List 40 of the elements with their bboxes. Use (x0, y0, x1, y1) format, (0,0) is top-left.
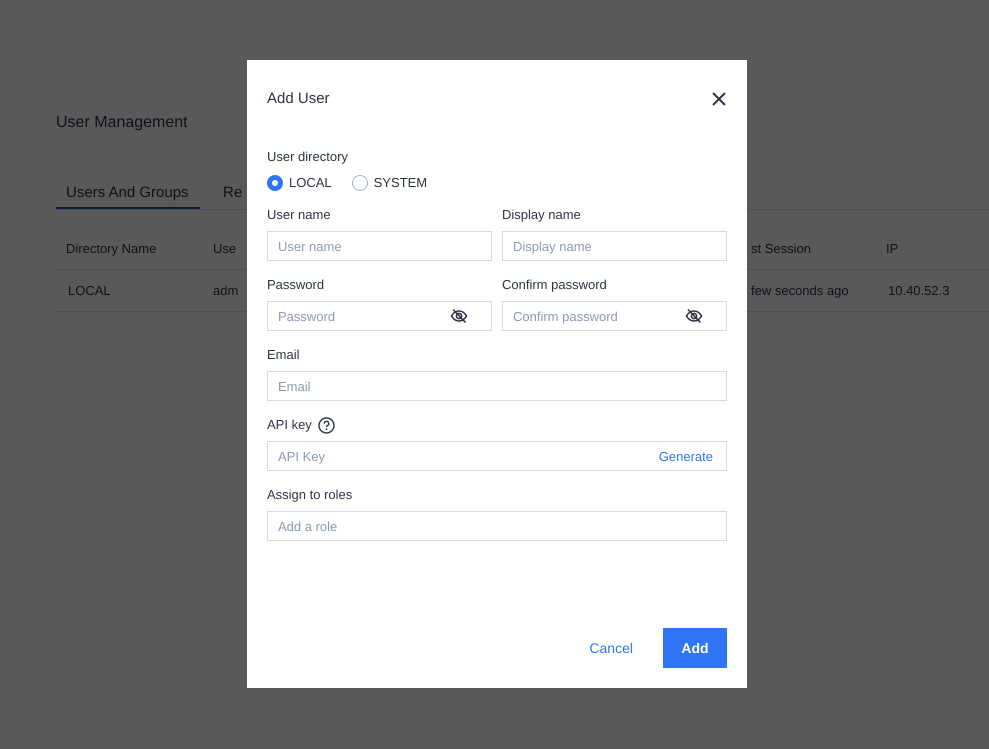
radio-label: LOCAL (289, 174, 332, 192)
table-cell: LOCAL (68, 282, 111, 298)
field-label: Email (267, 346, 300, 364)
column-header: IP (886, 240, 898, 256)
radio-label: SYSTEM (374, 174, 428, 192)
field-label: API key (267, 416, 312, 434)
tab[interactable]: Re (213, 179, 242, 209)
input-field[interactable]: Password (267, 301, 492, 331)
cancel-button[interactable]: Cancel (589, 628, 633, 668)
help-icon[interactable] (318, 416, 335, 434)
tab[interactable]: Users And Groups (56, 179, 200, 209)
generate-link[interactable]: Generate (658, 447, 713, 466)
input-field[interactable]: Email (267, 371, 727, 401)
close-icon (712, 92, 726, 106)
radio-button[interactable] (267, 175, 283, 191)
table-cell: 10.40.52.3 (888, 282, 950, 298)
field-label: User name (267, 206, 331, 224)
table-cell: adm (213, 282, 238, 298)
field-label: Confirm password (502, 276, 607, 294)
eye-slash-icon[interactable] (450, 307, 468, 325)
column-header: Directory Name (66, 240, 156, 256)
input-field[interactable]: Display name (502, 231, 727, 261)
field-label: User directory (267, 148, 349, 166)
input-field[interactable]: Confirm password (502, 301, 727, 331)
dialog-title: Add User (267, 88, 330, 109)
eye-slash-icon[interactable] (685, 307, 703, 325)
table-cell: few seconds ago (751, 282, 849, 298)
add-button[interactable]: Add (663, 628, 727, 668)
input-field[interactable]: Add a role (267, 511, 727, 541)
field-label: Password (267, 276, 324, 294)
field-label: Assign to roles (267, 486, 352, 504)
close-button[interactable] (711, 91, 727, 107)
field-label: Display name (502, 206, 581, 224)
radio-button[interactable] (352, 175, 368, 191)
input-field[interactable]: User name (267, 231, 492, 261)
page-title: User Management (56, 113, 189, 133)
column-header: st Session (751, 240, 811, 256)
radio-option[interactable]: SYSTEM (352, 174, 428, 192)
column-header: Use (213, 240, 236, 256)
radio-option[interactable]: LOCAL (267, 174, 332, 192)
